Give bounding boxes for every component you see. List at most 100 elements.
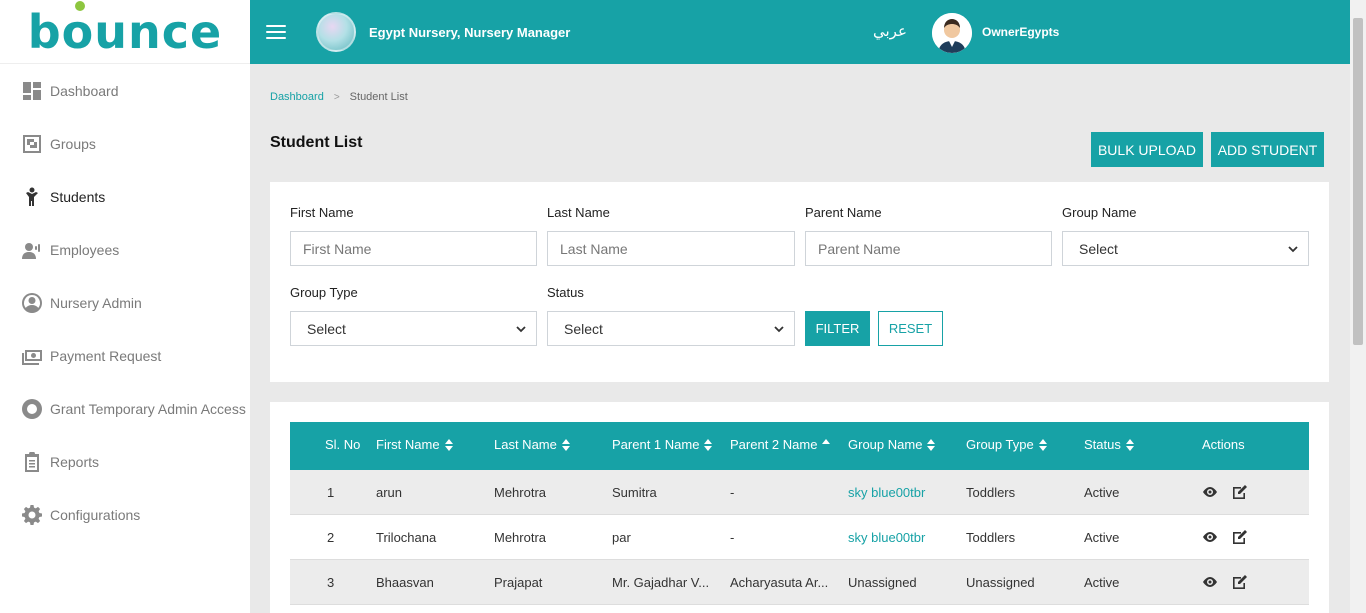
sidebar-item-label: Employees xyxy=(50,241,120,258)
scrollbar-thumb[interactable] xyxy=(1353,18,1363,345)
col-sl-no: Sl. No xyxy=(325,437,361,452)
col-last-name[interactable]: Last Name xyxy=(494,437,570,452)
group-name-label: Group Name xyxy=(1062,205,1137,220)
col-parent-1-name[interactable]: Parent 1 Name xyxy=(612,437,713,452)
org-logo xyxy=(316,12,356,52)
breadcrumb-dashboard[interactable]: Dashboard xyxy=(270,91,324,103)
top-header: Egypt Nursery, Nursery Manager xyxy=(250,0,1350,64)
sort-icon xyxy=(561,438,570,451)
view-eye-icon[interactable] xyxy=(1202,484,1218,500)
view-eye-icon[interactable] xyxy=(1202,574,1218,590)
view-eye-icon[interactable] xyxy=(1202,529,1218,545)
group-type-label: Group Type xyxy=(290,285,358,300)
student-table-panel: Sl. No First Name Last Name Parent 1 Nam… xyxy=(270,402,1329,613)
edit-icon[interactable] xyxy=(1232,484,1248,500)
money-icon xyxy=(22,346,42,366)
avatar[interactable] xyxy=(932,13,972,53)
cell-group-type: Unassigned xyxy=(966,575,1035,590)
edit-icon[interactable] xyxy=(1232,529,1248,545)
table-row: 2 Trilochana Mehrotra par - sky blue00tb… xyxy=(290,515,1309,560)
reset-button[interactable]: RESET xyxy=(878,311,943,346)
sidebar-item-label: Students xyxy=(50,188,106,205)
chevron-right-icon: > xyxy=(333,91,340,103)
cell-first-name: arun xyxy=(376,485,403,500)
username[interactable]: OwnerEgypts xyxy=(982,25,1059,39)
table-row: 1 arun Mehrotra Sumitra - sky blue00tbr … xyxy=(290,470,1309,515)
sidebar-item-label: Payment Request xyxy=(50,347,162,364)
cell-parent-2-name: - xyxy=(730,530,735,545)
first-name-input[interactable] xyxy=(290,231,537,266)
status-select[interactable]: Select xyxy=(547,311,795,346)
select-value: Select xyxy=(307,320,346,337)
group-name-select[interactable]: Select xyxy=(1062,231,1309,266)
chevron-down-icon xyxy=(1288,246,1298,253)
brand-logo-area[interactable]: bounce xyxy=(0,0,250,64)
chevron-down-icon xyxy=(774,326,784,333)
cell-parent-1-name: Mr. Gajadhar V... xyxy=(612,575,710,590)
last-name-label: Last Name xyxy=(547,205,610,220)
chevron-down-icon xyxy=(516,326,526,333)
select-value: Select xyxy=(1079,240,1118,257)
bulk-upload-button[interactable]: BULK UPLOAD xyxy=(1091,132,1203,167)
sort-asc-icon xyxy=(822,438,831,444)
employees-icon xyxy=(22,240,42,260)
sidebar-item-label: Groups xyxy=(50,135,96,152)
cell-group-name-link[interactable]: sky blue00tbr xyxy=(848,530,958,545)
gear-icon xyxy=(22,504,42,525)
cell-last-name: Mehrotra xyxy=(494,485,547,500)
sort-icon xyxy=(704,438,713,451)
cell-sl-no: 3 xyxy=(327,575,335,590)
sidebar-item-label: Configurations xyxy=(50,506,141,523)
student-icon xyxy=(22,187,42,207)
sidebar-item-students[interactable]: Students xyxy=(0,170,250,223)
language-toggle[interactable]: عربي xyxy=(873,22,907,40)
col-group-type[interactable]: Group Type xyxy=(966,437,1047,452)
group-type-select[interactable]: Select xyxy=(290,311,537,346)
sidebar-item-dashboard[interactable]: Dashboard xyxy=(0,64,250,117)
sidebar-item-employees[interactable]: Employees xyxy=(0,223,250,276)
cell-first-name: Bhaasvan xyxy=(376,575,434,590)
page-scrollbar[interactable] xyxy=(1350,0,1366,613)
last-name-input[interactable] xyxy=(547,231,795,266)
sidebar-item-label: Reports xyxy=(50,453,100,470)
sidebar-item-label: Nursery Admin xyxy=(50,294,142,311)
brand-logo[interactable]: bounce xyxy=(28,0,223,59)
sidebar-item-payment-request[interactable]: Payment Request xyxy=(0,329,250,382)
sort-icon xyxy=(927,438,936,451)
cell-group-type: Toddlers xyxy=(966,485,1016,500)
sort-icon xyxy=(1125,438,1134,451)
col-status[interactable]: Status xyxy=(1084,437,1134,452)
parent-name-label: Parent Name xyxy=(805,205,882,220)
sidebar-item-groups[interactable]: Groups xyxy=(0,117,250,170)
cell-status: Active xyxy=(1084,575,1120,590)
sort-icon xyxy=(1038,438,1047,451)
col-group-name[interactable]: Group Name xyxy=(848,437,936,452)
cell-status: Active xyxy=(1084,485,1120,500)
sidebar-item-reports[interactable]: Reports xyxy=(0,435,250,488)
student-table: Sl. No First Name Last Name Parent 1 Nam… xyxy=(290,422,1309,605)
parent-name-input[interactable] xyxy=(805,231,1052,266)
cell-group-name-link[interactable]: sky blue00tbr xyxy=(848,485,958,500)
sidebar-item-label: Dashboard xyxy=(50,82,119,99)
groups-icon xyxy=(22,134,42,154)
sidebar: bounce Dashboard Groups Students Employe… xyxy=(0,0,250,613)
filter-button[interactable]: FILTER xyxy=(805,311,870,346)
cell-parent-2-name: Acharyasuta Ar... xyxy=(730,575,829,590)
filter-panel: First Name Last Name Parent Name Group N… xyxy=(270,182,1329,382)
sidebar-item-nursery-admin[interactable]: Nursery Admin xyxy=(0,276,250,329)
breadcrumb-current: Student List xyxy=(349,91,408,103)
sidebar-item-grant-temporary-admin-access[interactable]: Grant Temporary Admin Access xyxy=(0,382,250,435)
org-title: Egypt Nursery, Nursery Manager xyxy=(369,24,571,40)
menu-toggle-icon[interactable] xyxy=(266,25,286,39)
edit-icon[interactable] xyxy=(1232,574,1248,590)
sidebar-item-label: Grant Temporary Admin Access xyxy=(50,400,246,417)
col-first-name[interactable]: First Name xyxy=(376,437,453,452)
select-value: Select xyxy=(564,320,603,337)
add-student-button[interactable]: ADD STUDENT xyxy=(1211,132,1324,167)
sidebar-item-configurations[interactable]: Configurations xyxy=(0,488,250,541)
col-actions: Actions xyxy=(1202,437,1245,452)
table-row: 3 Bhaasvan Prajapat Mr. Gajadhar V... Ac… xyxy=(290,560,1309,605)
page-title: Student List xyxy=(270,134,363,151)
cell-first-name: Trilochana xyxy=(376,530,437,545)
col-parent-2-name[interactable]: Parent 2 Name xyxy=(730,437,831,452)
